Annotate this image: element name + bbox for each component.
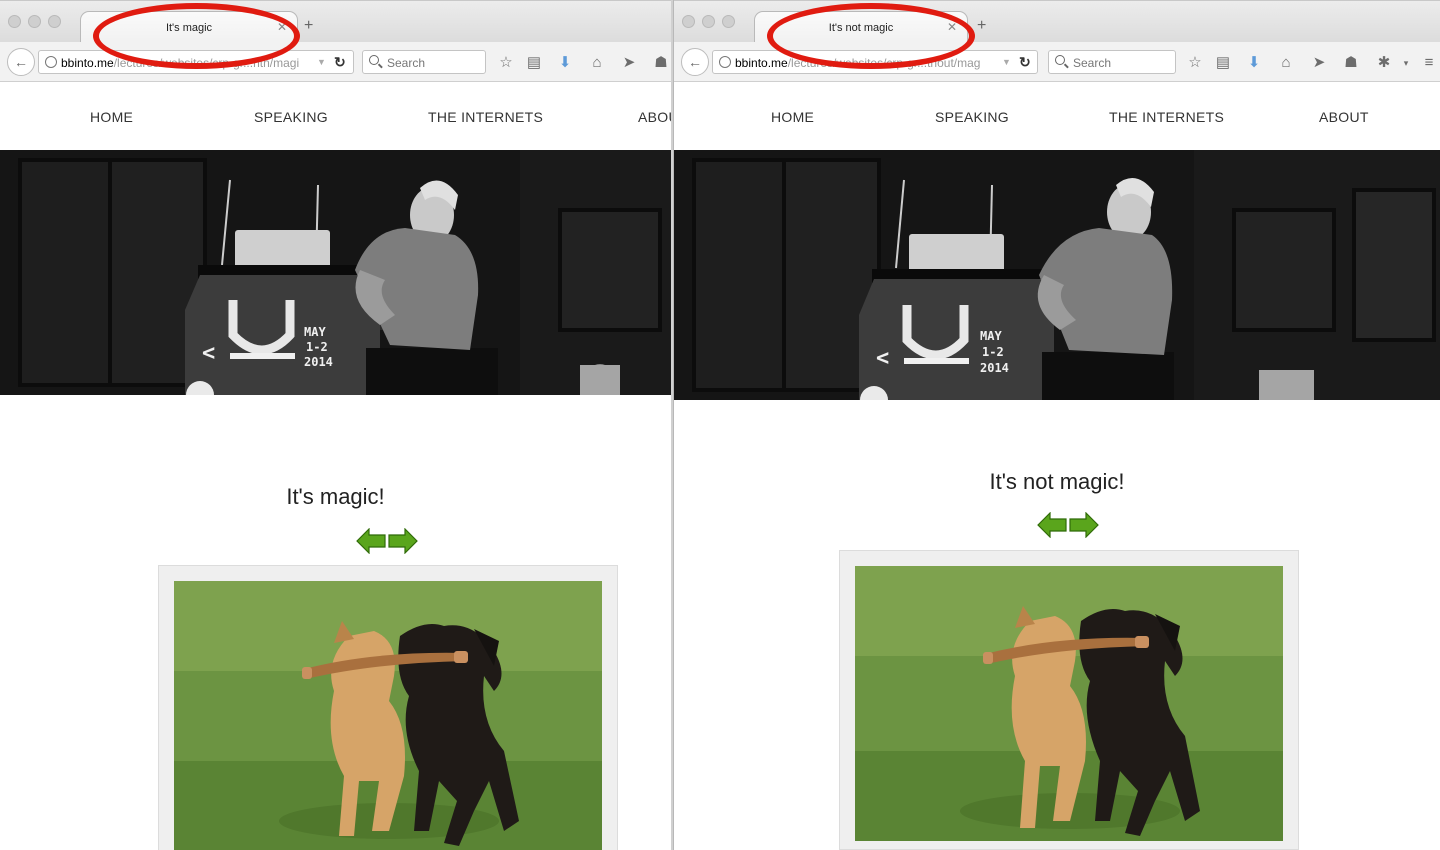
download-icon[interactable]: ⬇ bbox=[1245, 54, 1263, 72]
download-icon[interactable]: ⬇ bbox=[556, 54, 574, 72]
hero-sign-month: MAY bbox=[980, 329, 1002, 343]
screen: It's magic ✕ + ← bbinto.me/lectures/webs… bbox=[0, 0, 1440, 850]
url-host: bbinto.me bbox=[61, 56, 114, 70]
hero-sign-days: 1-2 bbox=[982, 345, 1004, 359]
svg-text:<: < bbox=[876, 346, 889, 371]
zoom-window-button[interactable] bbox=[48, 15, 61, 28]
prev-arrow-icon[interactable] bbox=[1037, 512, 1067, 538]
reading-list-icon[interactable]: ▤ bbox=[525, 54, 543, 72]
ghost-icon[interactable]: ☗ bbox=[652, 54, 670, 72]
svg-text:<: < bbox=[202, 341, 215, 366]
hero-image: < MAY 1-2 2014 bbox=[0, 150, 671, 395]
search-icon bbox=[1055, 55, 1065, 65]
web-page: HOME SPEAKING THE INTERNETS ABOUT < MAY … bbox=[674, 82, 1440, 850]
window-controls bbox=[682, 15, 735, 28]
reload-icon[interactable]: ↻ bbox=[334, 54, 346, 71]
nav-home[interactable]: HOME bbox=[771, 109, 814, 125]
nav-speaking[interactable]: SPEAKING bbox=[935, 109, 1009, 125]
search-placeholder: Search bbox=[387, 56, 426, 70]
photo-frame bbox=[158, 565, 618, 850]
photo-frame bbox=[839, 550, 1299, 850]
hero-sign-year: 2014 bbox=[980, 361, 1009, 375]
dogs-photo bbox=[174, 581, 602, 850]
new-tab-icon[interactable]: + bbox=[304, 17, 313, 35]
site-nav: HOME SPEAKING THE INTERNETS ABOUT bbox=[674, 82, 1440, 150]
search-input[interactable]: Search bbox=[1048, 50, 1176, 74]
close-window-button[interactable] bbox=[682, 15, 695, 28]
prev-arrow-icon[interactable] bbox=[356, 528, 386, 554]
minimize-window-button[interactable] bbox=[28, 15, 41, 28]
share-icon[interactable]: ➤ bbox=[1310, 54, 1328, 72]
home-icon[interactable]: ⌂ bbox=[588, 54, 606, 72]
star-icon[interactable]: ☆ bbox=[1186, 54, 1204, 72]
url-host: bbinto.me bbox=[735, 56, 788, 70]
globe-icon bbox=[719, 56, 731, 68]
home-icon[interactable]: ⌂ bbox=[1277, 54, 1295, 72]
nav-about[interactable]: ABOU bbox=[638, 109, 671, 125]
extension-icon[interactable]: ✱ bbox=[1375, 54, 1393, 72]
hero-sign-year: 2014 bbox=[304, 355, 333, 369]
window-controls bbox=[8, 15, 61, 28]
browser-window-left: It's magic ✕ + ← bbinto.me/lectures/webs… bbox=[0, 0, 671, 850]
minimize-window-button[interactable] bbox=[702, 15, 715, 28]
hero-image: < MAY 1-2 2014 bbox=[674, 150, 1440, 400]
ghost-icon[interactable]: ☗ bbox=[1342, 54, 1360, 72]
nav-the-internets[interactable]: THE INTERNETS bbox=[1109, 109, 1224, 125]
url-dropdown-icon[interactable]: ▼ bbox=[1002, 57, 1011, 67]
reload-icon[interactable]: ↻ bbox=[1019, 54, 1031, 71]
search-input[interactable]: Search bbox=[362, 50, 486, 74]
back-arrow-icon[interactable]: ← bbox=[681, 48, 709, 76]
close-window-button[interactable] bbox=[8, 15, 21, 28]
next-arrow-icon[interactable] bbox=[1069, 512, 1099, 538]
menu-icon[interactable]: ≡ bbox=[1420, 54, 1438, 72]
slide-arrows bbox=[1037, 512, 1099, 538]
nav-home[interactable]: HOME bbox=[90, 109, 133, 125]
share-icon[interactable]: ➤ bbox=[620, 54, 638, 72]
star-icon[interactable]: ☆ bbox=[497, 54, 515, 72]
page-title: It's not magic! bbox=[989, 469, 1125, 494]
web-page: HOME SPEAKING THE INTERNETS ABOU bbox=[0, 82, 671, 850]
hero-sign-month: MAY bbox=[304, 325, 326, 339]
search-placeholder: Search bbox=[1073, 56, 1112, 70]
nav-about[interactable]: ABOUT bbox=[1319, 109, 1369, 125]
browser-window-right: It's not magic ✕ + ← bbinto.me/lectures/… bbox=[673, 0, 1440, 850]
extension-dropdown-icon[interactable]: ▾ bbox=[1397, 54, 1415, 72]
annotation-ellipse-left bbox=[93, 3, 300, 69]
annotation-ellipse-right bbox=[767, 3, 975, 69]
hero-sign-days: 1-2 bbox=[306, 340, 328, 354]
slide-arrows bbox=[356, 528, 418, 554]
back-arrow-icon[interactable]: ← bbox=[7, 48, 35, 76]
page-title: It's magic! bbox=[286, 484, 385, 509]
nav-speaking[interactable]: SPEAKING bbox=[254, 109, 328, 125]
dogs-photo bbox=[855, 566, 1283, 841]
reading-list-icon[interactable]: ▤ bbox=[1214, 54, 1232, 72]
nav-the-internets[interactable]: THE INTERNETS bbox=[428, 109, 543, 125]
globe-icon bbox=[45, 56, 57, 68]
search-icon bbox=[369, 55, 379, 65]
url-dropdown-icon[interactable]: ▼ bbox=[317, 57, 326, 67]
site-nav: HOME SPEAKING THE INTERNETS ABOU bbox=[0, 82, 671, 150]
next-arrow-icon[interactable] bbox=[388, 528, 418, 554]
new-tab-icon[interactable]: + bbox=[977, 17, 986, 35]
zoom-window-button[interactable] bbox=[722, 15, 735, 28]
